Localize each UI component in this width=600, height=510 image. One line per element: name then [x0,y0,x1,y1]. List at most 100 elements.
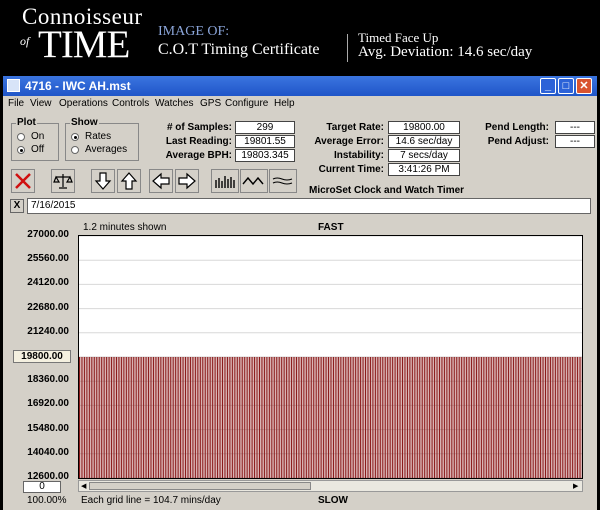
rate-bar [529,356,531,478]
rate-bar [267,356,269,478]
rate-bar [460,356,462,478]
menu-controls[interactable]: Controls [112,98,149,109]
horizontal-scrollbar[interactable]: ◀ ▶ [78,480,583,492]
rate-bar [353,356,355,478]
rate-bar [255,356,257,478]
scroll-left-icon[interactable]: ◀ [81,482,86,490]
arrow-down-icon [94,172,112,190]
instability-label: Instability: [333,150,384,161]
arrow-down-button[interactable] [91,169,115,193]
menu-file[interactable]: File [8,98,24,109]
rate-bar [388,356,390,478]
scroll-thumb[interactable] [89,482,311,490]
rate-bar [82,356,84,478]
rate-bar [576,356,578,478]
logo-text-bottom: TIME [38,23,130,66]
rate-bar [568,356,570,478]
rate-bar [479,356,481,478]
rate-bar [506,356,508,478]
rate-bar [206,356,208,478]
rate-bar [407,356,409,478]
rate-bar [235,356,237,478]
maximize-button[interactable]: □ [558,78,574,94]
arrow-right-button[interactable] [175,169,199,193]
plot-off-radio[interactable] [17,146,25,154]
rate-bar [343,356,345,478]
rate-bar [287,356,289,478]
rate-bar [472,356,474,478]
close-button[interactable]: ✕ [576,78,592,94]
offset-field[interactable]: 0 [23,481,61,493]
rate-bar [225,356,227,478]
target-rate-value: 19800.00 [388,121,460,134]
rate-bar [575,356,577,478]
rate-bar [99,356,101,478]
bars-view-button[interactable] [211,169,239,193]
rate-bar [477,356,479,478]
balance-button[interactable] [51,169,75,193]
rate-bar [502,356,504,478]
scroll-right-icon[interactable]: ▶ [573,482,578,490]
rate-bar [344,356,346,478]
rate-bar [272,356,274,478]
minimize-button[interactable]: _ [540,78,556,94]
rate-bar [285,356,287,478]
menu-help[interactable]: Help [274,98,295,109]
rate-bar [104,356,106,478]
rate-bar [102,356,104,478]
menu-watches[interactable]: Watches [155,98,194,109]
rate-bar [198,356,200,478]
y-tick-target[interactable]: 19800.00 [13,350,71,363]
rates-radio[interactable] [71,133,79,141]
rate-bar [169,356,171,478]
title-bar[interactable]: 4716 - IWC AH.mst _ □ ✕ [3,76,597,96]
rate-bar [201,356,203,478]
wave-view-button[interactable] [240,169,268,193]
y-tick: 14040.00 [27,446,69,458]
rate-bar [491,356,493,478]
pend-length-value: --- [555,121,595,134]
rate-bar [100,356,102,478]
show-group-title: Show [70,117,99,128]
arrow-left-button[interactable] [149,169,173,193]
rate-bar [556,356,558,478]
arrow-up-button[interactable] [117,169,141,193]
rate-bar [301,356,303,478]
menu-bar: File View Operations Controls Watches GP… [3,96,597,113]
plot-on-radio[interactable] [17,133,25,141]
pend-adjust-value: --- [555,135,595,148]
rate-bar [418,356,420,478]
rate-bar [331,356,333,478]
rate-bar [447,356,449,478]
rate-bar [159,356,161,478]
rate-bar [188,356,190,478]
rate-bar [294,356,296,478]
menu-configure[interactable]: Configure [225,98,268,109]
rate-bar [265,356,267,478]
rate-bar [333,356,335,478]
rate-bar [274,356,276,478]
instability-value: 7 secs/day [388,149,460,162]
menu-gps[interactable]: GPS [200,98,221,109]
clear-date-button[interactable]: X [10,199,24,213]
menu-view[interactable]: View [30,98,52,109]
rate-bar [425,356,427,478]
lines-view-button[interactable] [269,169,297,193]
current-time-label: Current Time: [318,164,384,175]
rate-bar [304,356,306,478]
arrow-right-icon [178,172,196,190]
rate-bar [578,356,580,478]
rate-bar [386,356,388,478]
y-tick: 15480.00 [27,422,69,434]
cancel-button[interactable] [11,169,35,193]
site-banner: Connoisseur of TIME IMAGE OF: C.O.T Timi… [0,0,600,70]
rate-bar [181,356,183,478]
menu-operations[interactable]: Operations [59,98,108,109]
slow-label: SLOW [318,495,348,506]
rate-bar [368,356,370,478]
date-field[interactable]: 7/16/2015 [27,198,591,214]
rate-bar [326,356,328,478]
averages-radio[interactable] [71,146,79,154]
rate-bar [312,356,314,478]
rate-bar [296,356,298,478]
